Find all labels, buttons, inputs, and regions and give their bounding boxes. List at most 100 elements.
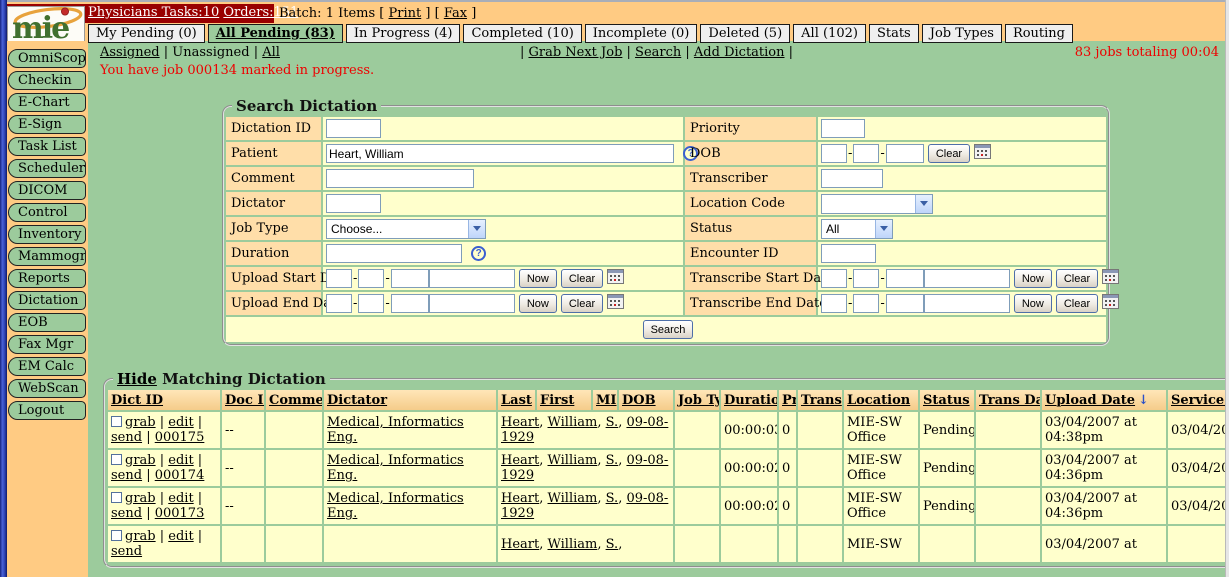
date-part-input[interactable] (886, 294, 924, 313)
sidebar-item-mammogra[interactable]: Mammogra (8, 247, 86, 266)
calendar-icon[interactable] (1102, 269, 1119, 288)
sidebar-item-dictation[interactable]: Dictation (8, 291, 86, 310)
date-part-input[interactable] (853, 269, 879, 288)
sidebar-item-logout[interactable]: Logout (8, 401, 86, 420)
patient-name-link[interactable]: S. (606, 491, 619, 506)
tab-deleted-5[interactable]: Deleted (5) (700, 24, 790, 43)
sidebar-item-scheduler[interactable]: Scheduler (8, 159, 86, 178)
row-action-send-link[interactable]: send (111, 430, 142, 445)
clear-button[interactable]: Clear (928, 144, 970, 163)
column-sort-link-last[interactable]: Last (501, 393, 532, 408)
now-button[interactable]: Now (1014, 269, 1052, 288)
date-part-input[interactable] (429, 294, 515, 313)
row-checkbox[interactable] (111, 416, 122, 427)
row-action-edit-link[interactable]: edit (168, 415, 193, 430)
patient-name-link[interactable]: Heart (501, 415, 539, 430)
dictation-id-input[interactable] (326, 119, 381, 138)
calendar-icon[interactable] (607, 269, 624, 288)
sidebar-item-task-list[interactable]: Task List (8, 137, 86, 156)
tab-routing[interactable]: Routing (1005, 24, 1073, 43)
action-link-search[interactable]: Search (635, 45, 681, 60)
priority-input[interactable] (821, 119, 865, 138)
column-sort-link-location[interactable]: Location (847, 393, 910, 408)
chevron-down-icon[interactable] (468, 220, 485, 238)
tab-all-102[interactable]: All (102) (793, 24, 866, 43)
row-action-send-link[interactable]: send (111, 544, 142, 559)
column-sort-link-service-date[interactable]: Service Date (1171, 393, 1229, 408)
patient-name-link[interactable]: William (548, 415, 598, 430)
date-part-input[interactable] (821, 144, 847, 163)
hide-link[interactable]: Hide (117, 370, 157, 388)
dictator-input[interactable] (326, 194, 381, 213)
transcriber-input[interactable] (821, 169, 883, 188)
sidebar-item-checkin[interactable]: Checkin (8, 71, 86, 90)
row-checkbox[interactable] (111, 454, 122, 465)
status-select[interactable]: All (821, 219, 893, 239)
physicians-tasks-link[interactable]: Physicians Tasks:10 (88, 5, 219, 20)
tab-completed-10[interactable]: Completed (10) (463, 24, 581, 43)
mie-logo[interactable]: mie (7, 6, 85, 45)
sidebar-item-omniscope[interactable]: OmniScope (8, 49, 86, 68)
column-sort-link-dob[interactable]: DOB (622, 393, 656, 408)
sidebar-item-inventory[interactable]: Inventory (8, 225, 86, 244)
print-link[interactable]: Print (389, 6, 422, 21)
patient-name-link[interactable]: S. (606, 415, 619, 430)
date-part-input[interactable] (853, 144, 879, 163)
date-part-input[interactable] (821, 269, 847, 288)
now-button[interactable]: Now (519, 294, 557, 313)
tab-my-pending-0[interactable]: My Pending (0) (88, 24, 205, 43)
job-type-select[interactable]: Choose... (326, 219, 486, 239)
patient-name-link[interactable]: Heart (501, 537, 539, 552)
patient-name-link[interactable]: Heart (501, 453, 539, 468)
patient-name-link[interactable]: Heart (501, 491, 539, 506)
clear-button[interactable]: Clear (1056, 294, 1098, 313)
action-link-grab-next-job[interactable]: Grab Next Job (528, 45, 622, 60)
dict-id-link[interactable]: 000173 (155, 506, 205, 521)
column-sort-link-dict-id[interactable]: Dict ID (111, 393, 163, 408)
column-sort-link-status[interactable]: Status (923, 393, 970, 408)
patient-name-link[interactable]: William (548, 491, 598, 506)
tab-job-types[interactable]: Job Types (922, 24, 1002, 43)
now-button[interactable]: Now (1014, 294, 1052, 313)
row-action-grab-link[interactable]: grab (125, 529, 156, 544)
clear-button[interactable]: Clear (1056, 269, 1098, 288)
sidebar-item-dicom[interactable]: DICOM (8, 181, 86, 200)
date-part-input[interactable] (391, 294, 429, 313)
column-sort-link-trans-date[interactable]: Trans Date (979, 393, 1040, 408)
calendar-icon[interactable] (974, 144, 991, 163)
tab-incomplete-0[interactable]: Incomplete (0) (585, 24, 698, 43)
chevron-down-icon[interactable] (875, 220, 892, 238)
row-checkbox[interactable] (111, 492, 122, 503)
duration-input[interactable] (326, 244, 462, 263)
patient-name-link[interactable]: William (548, 453, 598, 468)
date-part-input[interactable] (358, 269, 384, 288)
sidebar-item-control[interactable]: Control (8, 203, 86, 222)
date-part-input[interactable] (924, 269, 1010, 288)
date-part-input[interactable] (853, 294, 879, 313)
column-sort-link-doc-id[interactable]: Doc ID (225, 393, 264, 408)
action-link-add-dictation[interactable]: Add Dictation (694, 45, 785, 60)
sidebar-item-reports[interactable]: Reports (8, 269, 86, 288)
column-sort-link-comment[interactable]: Comment (269, 393, 322, 408)
patient-name-link[interactable]: S. (606, 537, 619, 552)
sidebar-item-em-calc[interactable]: EM Calc (8, 357, 86, 376)
dict-id-link[interactable]: 000174 (155, 468, 205, 483)
dict-id-link[interactable]: 000175 (155, 430, 205, 445)
date-part-input[interactable] (821, 294, 847, 313)
date-part-input[interactable] (326, 294, 352, 313)
row-action-send-link[interactable]: send (111, 468, 142, 483)
column-sort-link-first[interactable]: First (540, 393, 574, 408)
patient-input[interactable] (326, 144, 674, 163)
calendar-icon[interactable] (607, 294, 624, 313)
clear-button[interactable]: Clear (561, 269, 603, 288)
dictator-link[interactable]: Medical, Informatics Eng. (327, 453, 464, 483)
column-sort-link-pri[interactable]: Pri (782, 393, 796, 408)
fax-link[interactable]: Fax (444, 6, 467, 21)
calendar-icon[interactable] (1102, 294, 1119, 313)
tab-in-progress-4[interactable]: In Progress (4) (346, 24, 461, 43)
column-sort-link-upload-date[interactable]: Upload Date (1045, 393, 1135, 408)
date-part-input[interactable] (886, 144, 924, 163)
duration-help-icon[interactable]: ? (471, 246, 486, 261)
row-action-grab-link[interactable]: grab (125, 415, 156, 430)
sidebar-item-webscan[interactable]: WebScan (8, 379, 86, 398)
